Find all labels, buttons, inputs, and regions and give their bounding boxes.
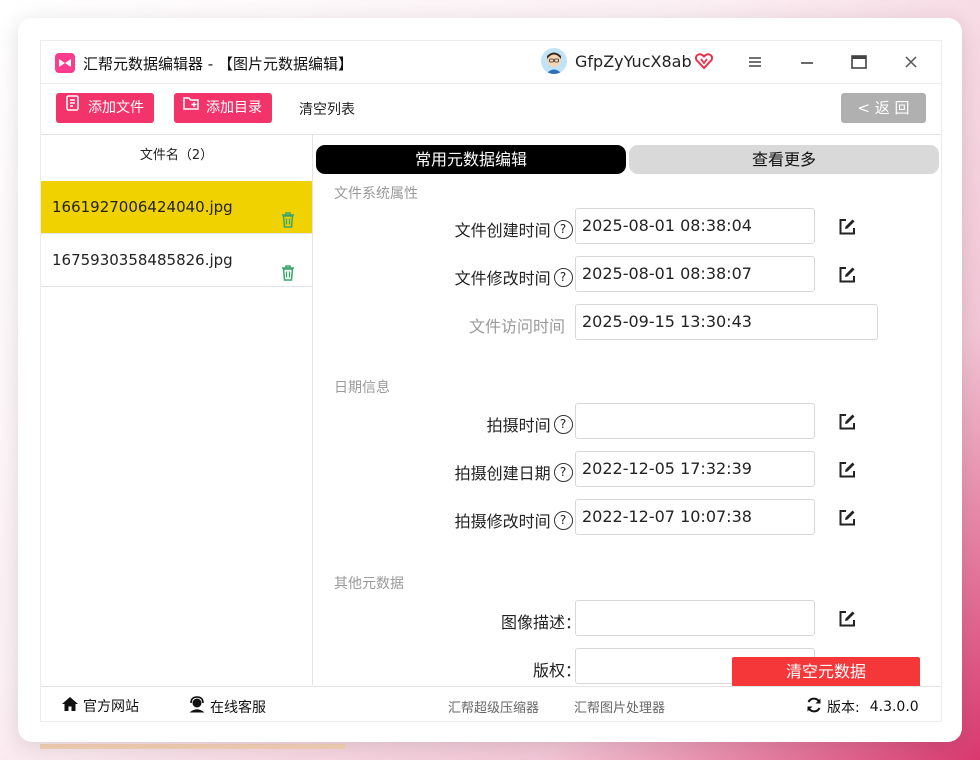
image-description-label: 图像描述： — [501, 609, 581, 633]
menu-icon[interactable] — [744, 51, 766, 73]
shoot-create-date-label-text: 拍摄创建日期 — [454, 464, 551, 483]
create-time-label: 文件创建时间?: — [455, 217, 581, 241]
support-icon — [188, 696, 206, 717]
file-add-icon — [64, 93, 82, 123]
edit-icon[interactable] — [837, 265, 857, 285]
modify-time-label: 文件修改时间?: — [455, 265, 581, 289]
help-icon[interactable]: ? — [553, 267, 573, 287]
metadata-panel: 常用元数据编辑 查看更多 文件系统属性 文件创建时间?: 2025-08-01 … — [313, 135, 941, 685]
help-icon[interactable]: ? — [553, 510, 573, 530]
shoot-time-label-text: 拍摄时间 — [486, 416, 551, 435]
help-icon[interactable]: ? — [553, 462, 573, 482]
title-bar: 汇帮元数据编辑器 - 【图片元数据编辑】 GfpZyYucX8ab — [41, 41, 941, 84]
back-arrow-icon: < — [857, 99, 870, 117]
version-label: 版本: — [827, 700, 860, 716]
help-icon[interactable]: ? — [553, 219, 573, 239]
trash-icon[interactable] — [280, 251, 296, 281]
back-label: 返 回 — [874, 99, 910, 117]
shoot-modify-time-label: 拍摄修改时间?: — [455, 508, 581, 532]
add-file-label: 添加文件 — [88, 100, 144, 116]
create-time-field[interactable]: 2025-08-01 08:38:04 — [575, 208, 815, 244]
access-time-label: 文件访问时间 — [468, 317, 565, 336]
background-stripe — [40, 744, 345, 749]
file-name: 1661927006424040.jpg — [52, 198, 233, 216]
edit-icon[interactable] — [837, 412, 857, 432]
add-directory-button[interactable]: 添加目录 — [174, 93, 272, 123]
trash-icon[interactable] — [280, 198, 296, 228]
footer: 官方网站 在线客服 汇帮超级压缩器 汇帮图片处理器 版本: 4.3.0.0 — [41, 686, 941, 722]
section-title-date: 日期信息 — [334, 380, 390, 396]
maximize-icon[interactable] — [848, 51, 870, 73]
clear-list-button[interactable]: 清空列表 — [299, 99, 355, 119]
section-title-filesystem: 文件系统属性 — [334, 186, 418, 202]
clear-metadata-button[interactable]: 清空元数据 — [732, 657, 920, 687]
shoot-time-field[interactable] — [575, 403, 815, 439]
back-button[interactable]: < 返 回 — [841, 93, 926, 123]
help-icon[interactable]: ? — [553, 414, 573, 434]
shoot-create-date-label: 拍摄创建日期?: — [455, 460, 581, 484]
app-frame: 汇帮元数据编辑器 - 【图片元数据编辑】 GfpZyYucX8ab 添加文件 添… — [40, 40, 942, 722]
edit-icon[interactable] — [837, 609, 857, 629]
folder-add-icon — [182, 93, 200, 123]
image-processor-link[interactable]: 汇帮图片处理器 — [574, 697, 665, 716]
modify-time-label-text: 文件修改时间 — [454, 269, 551, 288]
access-time-field: 2025-09-15 13:30:43 — [575, 304, 878, 340]
file-list-panel: 文件名（2） 1661927006424040.jpg 167593035848… — [41, 135, 313, 685]
shoot-time-label: 拍摄时间?: — [487, 412, 581, 436]
vip-heart-icon[interactable] — [694, 51, 714, 75]
toolbar: 添加文件 添加目录 清空列表 < 返 回 — [41, 84, 941, 135]
minimize-icon[interactable] — [796, 51, 818, 73]
create-time-label-text: 文件创建时间 — [454, 221, 551, 240]
home-icon — [61, 696, 79, 716]
file-item[interactable]: 1661927006424040.jpg — [41, 181, 312, 234]
official-website-link[interactable]: 官方网站 — [61, 696, 139, 716]
app-window: 汇帮元数据编辑器 - 【图片元数据编辑】 GfpZyYucX8ab 添加文件 添… — [18, 18, 962, 742]
edit-icon[interactable] — [837, 217, 857, 237]
file-list-header: 文件名（2） — [139, 148, 214, 163]
app-title: 汇帮元数据编辑器 - 【图片元数据编辑】 — [83, 55, 353, 73]
refresh-icon — [805, 696, 823, 718]
add-directory-label: 添加目录 — [206, 100, 262, 116]
section-title-other: 其他元数据 — [334, 576, 404, 592]
edit-icon[interactable] — [837, 460, 857, 480]
shoot-modify-time-label-text: 拍摄修改时间 — [454, 512, 551, 531]
username: GfpZyYucX8ab — [575, 52, 692, 71]
online-support-link[interactable]: 在线客服 — [188, 696, 266, 717]
image-description-label-text: 图像描述 — [500, 613, 565, 632]
close-icon[interactable] — [900, 51, 922, 73]
file-name: 1675930358485826.jpg — [52, 251, 233, 269]
compressor-link[interactable]: 汇帮超级压缩器 — [448, 697, 539, 716]
image-description-field[interactable] — [575, 600, 815, 636]
edit-icon[interactable] — [837, 508, 857, 528]
copyright-label: 版权： — [533, 657, 581, 681]
user-avatar[interactable] — [541, 48, 567, 74]
shoot-modify-time-field[interactable]: 2022-12-07 10:07:38 — [575, 499, 815, 535]
add-file-button[interactable]: 添加文件 — [56, 93, 154, 123]
shoot-create-date-field[interactable]: 2022-12-05 17:32:39 — [575, 451, 815, 487]
official-website-label: 官方网站 — [83, 699, 139, 715]
tab-common-metadata[interactable]: 常用元数据编辑 — [316, 145, 626, 174]
online-support-label: 在线客服 — [210, 699, 266, 716]
version-info[interactable]: 版本: 4.3.0.0 — [805, 696, 919, 718]
tab-view-more[interactable]: 查看更多 — [629, 145, 939, 174]
app-logo-icon — [55, 53, 75, 73]
modify-time-field[interactable]: 2025-08-01 08:38:07 — [575, 256, 815, 292]
copyright-label-text: 版权 — [532, 661, 565, 680]
version-number: 4.3.0.0 — [869, 699, 919, 715]
file-item[interactable]: 1675930358485826.jpg — [41, 234, 312, 287]
